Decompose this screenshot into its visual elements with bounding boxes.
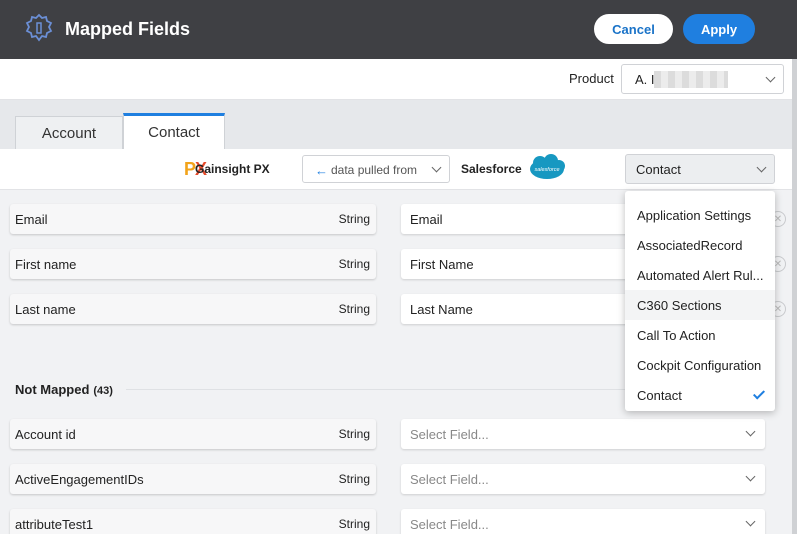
chevron-down-icon bbox=[745, 426, 756, 437]
apply-button[interactable]: Apply bbox=[683, 14, 755, 44]
field-name: Last name bbox=[15, 302, 76, 317]
dropdown-item[interactable]: Automated Alert Rul... bbox=[625, 260, 775, 290]
section-divider bbox=[126, 389, 626, 390]
tab-account[interactable]: Account bbox=[15, 116, 123, 149]
field-type: String bbox=[338, 212, 370, 226]
product-select[interactable]: A. I bbox=[621, 64, 784, 94]
field-type: String bbox=[338, 257, 370, 271]
field-type: String bbox=[338, 427, 370, 441]
unmapped-field-row: attributeTest1 String bbox=[10, 509, 376, 534]
unmapped-field-row: ActiveEngagementIDs String bbox=[10, 464, 376, 494]
dialog-header: Mapped Fields Cancel Apply bbox=[0, 0, 797, 59]
object-dropdown-menu: Application Settings AssociatedRecord Au… bbox=[625, 191, 775, 411]
mapped-value: First Name bbox=[410, 257, 474, 272]
source-target-bar: PX Gainsight PX ← data pulled from Sales… bbox=[0, 149, 797, 190]
field-type: String bbox=[338, 472, 370, 486]
chevron-down-icon bbox=[431, 162, 442, 173]
field-name: attributeTest1 bbox=[15, 517, 94, 532]
cancel-button[interactable]: Cancel bbox=[594, 14, 673, 44]
unmapped-field-row: Account id String bbox=[10, 419, 376, 449]
mapped-field-row: Last name String bbox=[10, 294, 376, 324]
object-select[interactable]: Contact bbox=[625, 154, 775, 184]
dropdown-item[interactable]: Cockpit Configuration bbox=[625, 350, 775, 380]
not-mapped-header: Not Mapped (43) bbox=[15, 382, 113, 397]
salesforce-cloud-icon: salesforce bbox=[530, 154, 565, 179]
mapped-value: Last Name bbox=[410, 302, 473, 317]
product-label: Product bbox=[569, 71, 614, 86]
select-field-placeholder: Select Field... bbox=[410, 517, 489, 532]
checkmark-icon bbox=[752, 387, 766, 400]
settings-gear-icon bbox=[25, 13, 53, 42]
field-mapping-select[interactable]: Select Field... bbox=[401, 419, 765, 449]
mapped-value: Email bbox=[410, 212, 443, 227]
select-field-placeholder: Select Field... bbox=[410, 427, 489, 442]
redacted-text bbox=[654, 71, 728, 88]
field-mapping-select[interactable]: Select Field... bbox=[401, 464, 765, 494]
field-type: String bbox=[338, 302, 370, 316]
object-value: Contact bbox=[636, 162, 681, 177]
not-mapped-count: (43) bbox=[93, 385, 113, 397]
select-field-placeholder: Select Field... bbox=[410, 472, 489, 487]
sync-direction-select[interactable]: ← data pulled from bbox=[302, 155, 450, 183]
product-value: A. I bbox=[635, 72, 655, 87]
field-name: Account id bbox=[15, 427, 76, 442]
salesforce-logo-text: salesforce bbox=[534, 167, 559, 173]
chevron-down-icon bbox=[756, 162, 767, 173]
dropdown-item[interactable]: Application Settings bbox=[625, 200, 775, 230]
chevron-down-icon bbox=[745, 471, 756, 482]
sync-direction-value: data pulled from bbox=[331, 163, 418, 177]
not-mapped-title: Not Mapped bbox=[15, 382, 90, 397]
tab-bar: Account Contact bbox=[0, 100, 797, 149]
dropdown-item-hovered[interactable]: C360 Sections bbox=[625, 290, 775, 320]
source-name: Gainsight PX bbox=[195, 162, 270, 176]
field-type: String bbox=[338, 517, 370, 531]
field-name: First name bbox=[15, 257, 77, 272]
dialog-title: Mapped Fields bbox=[65, 19, 191, 39]
scrollbar-track[interactable] bbox=[792, 59, 797, 534]
tab-contact[interactable]: Contact bbox=[123, 113, 225, 149]
arrow-left-icon: ← bbox=[315, 163, 328, 178]
dropdown-item[interactable]: AssociatedRecord bbox=[625, 230, 775, 260]
mapped-field-row: First name String bbox=[10, 249, 376, 279]
mapped-field-row: Email String bbox=[10, 204, 376, 234]
dropdown-item-selected[interactable]: Contact bbox=[625, 380, 775, 410]
chevron-down-icon bbox=[745, 516, 756, 527]
chevron-down-icon bbox=[765, 72, 776, 83]
product-bar: Product A. I bbox=[0, 59, 797, 100]
dropdown-item[interactable]: Call To Action bbox=[625, 320, 775, 350]
field-name: ActiveEngagementIDs bbox=[15, 472, 144, 487]
target-name: Salesforce bbox=[461, 162, 522, 176]
field-name: Email bbox=[15, 212, 48, 227]
field-mapping-select[interactable]: Select Field... bbox=[401, 509, 765, 534]
